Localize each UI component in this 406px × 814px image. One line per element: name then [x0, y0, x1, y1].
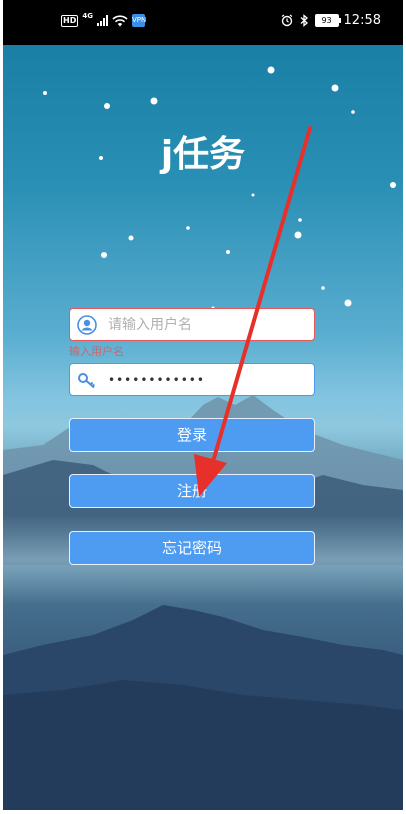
- stars: [43, 66, 396, 310]
- status-right: 93 12:58: [281, 13, 381, 28]
- username-error-message: 输入用户名: [69, 345, 124, 358]
- username-input[interactable]: [108, 313, 308, 337]
- user-avatar-icon: [77, 315, 97, 335]
- login-button[interactable]: 登录: [69, 418, 315, 452]
- network-type-label: 4G: [82, 11, 93, 20]
- password-input[interactable]: [108, 368, 308, 392]
- status-bar: HD 4G VPN 93 12:58: [3, 0, 403, 45]
- clock: 12:58: [343, 13, 381, 28]
- bluetooth-icon: [300, 14, 308, 27]
- username-field[interactable]: [69, 308, 315, 341]
- signal-icon: [96, 15, 108, 26]
- phone-screen: HD 4G VPN 93 12:58 j任务 请输入用户名 输入用户名 ••••…: [3, 0, 403, 810]
- forgot-password-button[interactable]: 忘记密码: [69, 531, 315, 565]
- alarm-icon: [281, 14, 292, 27]
- wifi-icon: [112, 14, 128, 26]
- app-title: j任务: [160, 134, 246, 175]
- battery-icon: 93: [314, 14, 341, 27]
- key-icon: [78, 373, 96, 389]
- status-left: HD 4G VPN: [61, 11, 146, 27]
- vpn-icon: VPN: [131, 14, 146, 27]
- password-field[interactable]: [69, 363, 315, 396]
- register-button[interactable]: 注册: [69, 474, 315, 508]
- hd-icon: HD: [61, 14, 79, 27]
